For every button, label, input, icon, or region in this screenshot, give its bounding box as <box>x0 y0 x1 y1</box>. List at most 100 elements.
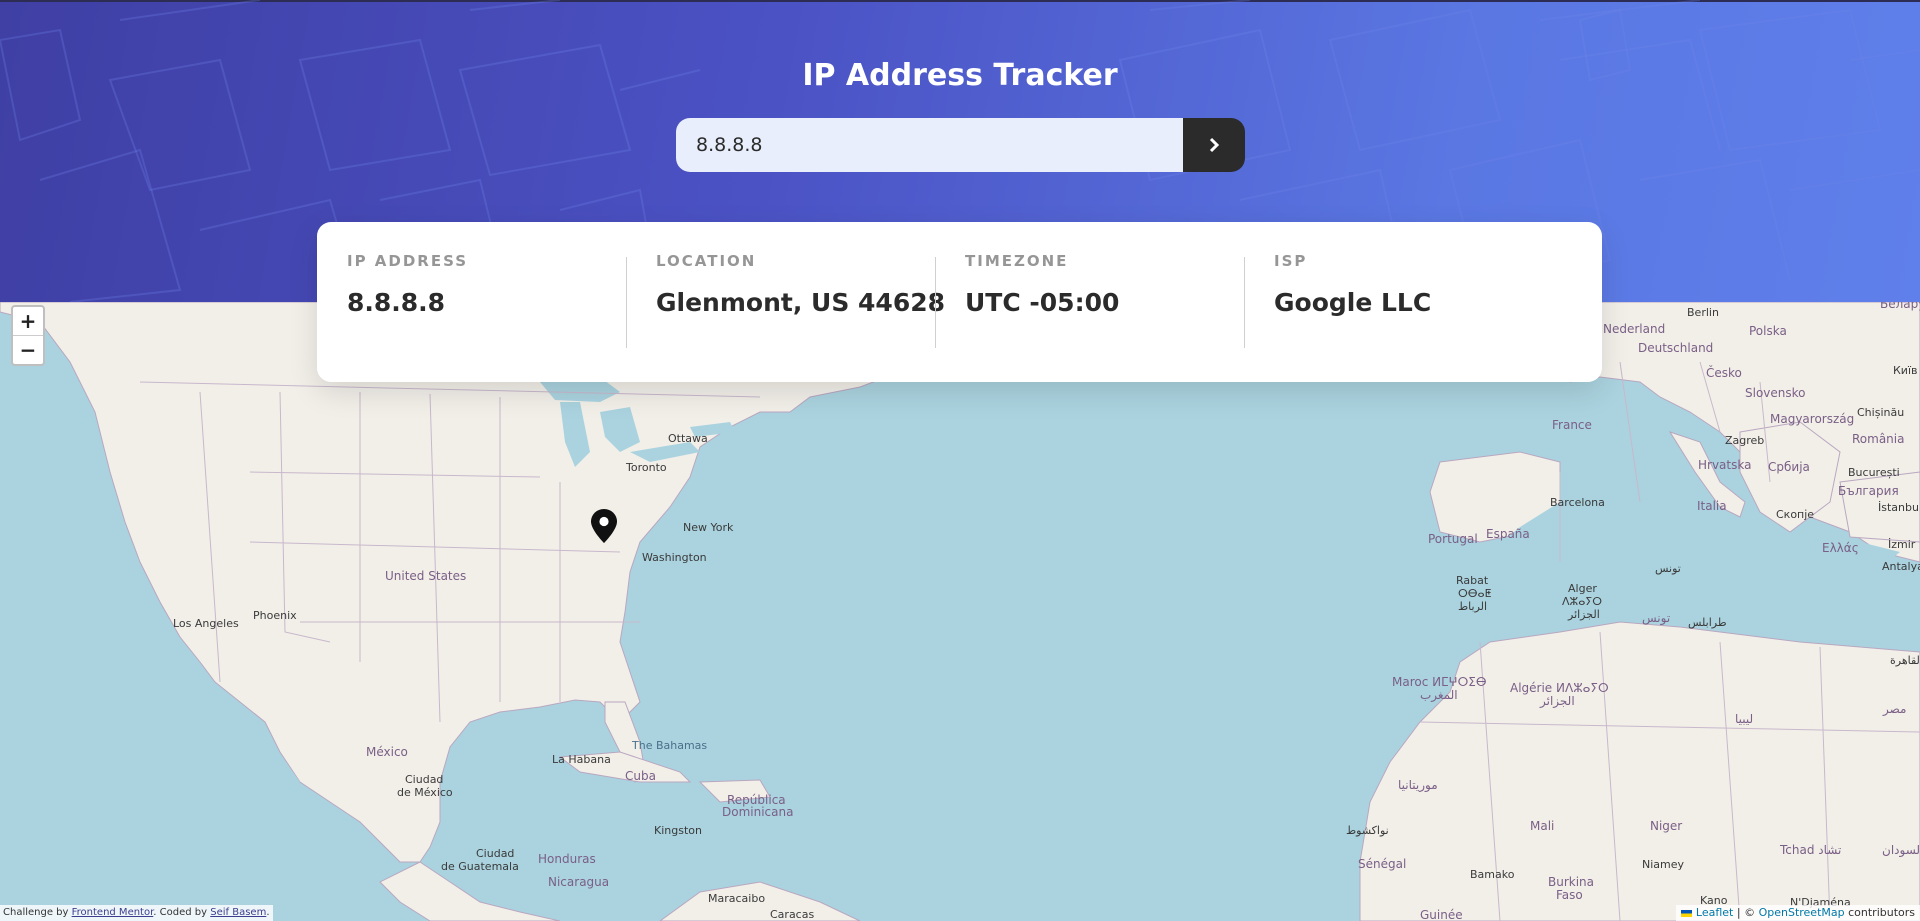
map-label-guate1: Ciudad <box>476 847 515 860</box>
stat-location: LOCATION Glenmont, US 44628 <box>626 222 945 382</box>
stat-isp: ISP Google LLC <box>1244 222 1602 382</box>
map-label-guinee: Guinée <box>1420 908 1463 921</box>
leaflet-link[interactable]: Leaflet <box>1696 906 1733 919</box>
map-label-berlin: Berlin <box>1687 306 1719 319</box>
stat-value: 8.8.8.8 <box>347 288 446 317</box>
map-label-libya: ليبيا <box>1735 712 1754 726</box>
map-label-maroc1: Maroc ⵍⵎⵖⵔⵉⴱ <box>1392 675 1487 689</box>
map-label-ottawa: Ottawa <box>668 432 708 445</box>
map-label-deutschland: Deutschland <box>1638 341 1714 355</box>
map-label-italia: Italia <box>1697 499 1727 513</box>
map-label-alger1: Alger <box>1568 582 1597 595</box>
map-label-maroc2: المغرب <box>1420 688 1458 702</box>
attribution-contributors: contributors <box>1844 906 1915 919</box>
map-label-burkina: Burkina <box>1548 875 1595 889</box>
map-label-bamako: Bamako <box>1470 868 1515 881</box>
stat-label: TIMEZONE <box>965 252 1069 270</box>
map-label-guate2: de Guatemala <box>441 860 519 873</box>
map-label-sudan: السودان <box>1882 843 1920 857</box>
map-label-izmir: İzmir <box>1888 538 1916 551</box>
map-label-polska: Polska <box>1749 324 1787 338</box>
ip-info-card: IP ADDRESS 8.8.8.8 LOCATION Glenmont, US… <box>317 222 1602 382</box>
stat-value: Glenmont, US 44628 <box>656 288 946 317</box>
stat-value: Google LLC <box>1274 288 1432 317</box>
map-label-us: United States <box>385 569 467 583</box>
map-label-misr: مصر <box>1883 702 1907 716</box>
map-label-rabat2: ⵔⴱⴰⵟ <box>1458 587 1492 600</box>
map-label-algerie1: Algérie ⵍⴷⵣⴰⵢⵔ <box>1510 681 1609 695</box>
map-label-espana: España <box>1486 527 1530 541</box>
map-label-rabat1: Rabat <box>1456 574 1489 587</box>
map-label-skopje: Скопје <box>1776 508 1815 521</box>
map-label-toronto: Toronto <box>626 461 667 474</box>
map-label-portugal: Portugal <box>1428 532 1478 546</box>
map-label-maracaibo: Maracaibo <box>708 892 766 905</box>
map-label-chisinau: Chișinău <box>1857 406 1905 419</box>
map-label-antalya: Antalya <box>1882 560 1920 573</box>
map-label-mauritania: موريتانيا <box>1398 778 1438 792</box>
map-label-barcelona: Barcelona <box>1550 496 1605 509</box>
stat-ip-address: IP ADDRESS 8.8.8.8 <box>317 222 626 382</box>
stat-label: IP ADDRESS <box>347 252 469 270</box>
map-label-algerie2: الجزائر <box>1540 694 1575 708</box>
map-label-slovensko: Slovensko <box>1745 386 1806 400</box>
map-label-tunis1: تونس <box>1655 562 1681 575</box>
map-label-tarabulus: طرابلس <box>1688 616 1727 629</box>
map-label-niamey: Niamey <box>1642 858 1685 871</box>
map-label-losangeles: Los Angeles <box>173 617 239 630</box>
map-zoom-control: + − <box>11 305 45 366</box>
map-label-washington: Washington <box>642 551 707 564</box>
location-pin-icon[interactable] <box>590 508 618 544</box>
map-label-hrvatska: Hrvatska <box>1698 458 1752 472</box>
stat-timezone: TIMEZONE UTC -05:00 <box>935 222 1244 382</box>
stat-value: UTC -05:00 <box>965 288 1120 317</box>
map-label-lahabana: La Habana <box>552 753 611 766</box>
map-label-faso: Faso <box>1556 888 1583 902</box>
map-label-ellas: Ελλάς <box>1822 541 1859 555</box>
map-label-bulgaria: България <box>1838 484 1899 498</box>
attribution-separator: | © <box>1733 906 1759 919</box>
map-label-kyiv: Київ <box>1893 364 1918 377</box>
map-label-tchad: Tchad تشاد <box>1780 843 1842 857</box>
map-label-nicaragua: Nicaragua <box>548 875 610 889</box>
author-link[interactable]: Seif Basem <box>210 907 266 918</box>
ukraine-flag-icon <box>1681 909 1693 917</box>
map-label-romania: România <box>1852 432 1905 446</box>
map-view[interactable]: Ottawa Toronto New York Washington Unite… <box>0 302 1920 921</box>
map-label-honduras: Honduras <box>538 852 596 866</box>
chevron-right-icon <box>1209 137 1220 153</box>
map-label-alger2: ⴷⵣⴰⵢⵔ <box>1562 595 1603 608</box>
map-label-nouakchott: نواكشوط <box>1346 824 1389 837</box>
search-submit-button[interactable] <box>1183 118 1245 172</box>
map-label-bahamas: The Bahamas <box>632 739 708 752</box>
zoom-out-button[interactable]: − <box>13 335 43 364</box>
map-label-repdom2: Dominicana <box>722 805 794 819</box>
frontend-mentor-link[interactable]: Frontend Mentor <box>72 907 154 918</box>
map-attribution: Leaflet | © OpenStreetMap contributors <box>1676 905 1920 921</box>
map-label-cuba: Cuba <box>625 769 656 783</box>
map-label-newyork: New York <box>683 521 734 534</box>
map-label-qahira: القاهرة <box>1890 654 1920 667</box>
zoom-in-button[interactable]: + <box>13 307 43 335</box>
osm-link[interactable]: OpenStreetMap <box>1759 906 1845 919</box>
ip-search-input[interactable] <box>676 118 1183 172</box>
map-label-srbija: Србија <box>1768 460 1810 474</box>
map-label-rabat3: الرباط <box>1458 600 1488 613</box>
map-label-cdmx1: Ciudad <box>405 773 444 786</box>
map-label-niger: Niger <box>1650 819 1683 833</box>
map-label-tunis2: تونس <box>1642 611 1671 625</box>
credit-prefix: Challenge by <box>3 907 72 918</box>
footer-credits: Challenge by Frontend Mentor. Coded by S… <box>0 905 273 921</box>
map-label-cesko: Česko <box>1706 366 1742 380</box>
ip-search-form <box>676 118 1245 172</box>
map-label-magyar: Magyarország <box>1770 412 1855 426</box>
map-label-cdmx2: de México <box>397 786 453 799</box>
map-label-caracas: Caracas <box>770 908 815 921</box>
map-label-bielarus: Беларусь <box>1880 302 1920 311</box>
map-label-istanbul: İstanbul <box>1878 501 1920 514</box>
map-label-senegal: Sénégal <box>1358 857 1407 871</box>
stat-label: ISP <box>1274 252 1308 270</box>
map-label-phoenix: Phoenix <box>253 609 297 622</box>
map-label-alger3: الجزائر <box>1568 608 1600 621</box>
map-label-zagreb: Zagreb <box>1725 434 1765 447</box>
